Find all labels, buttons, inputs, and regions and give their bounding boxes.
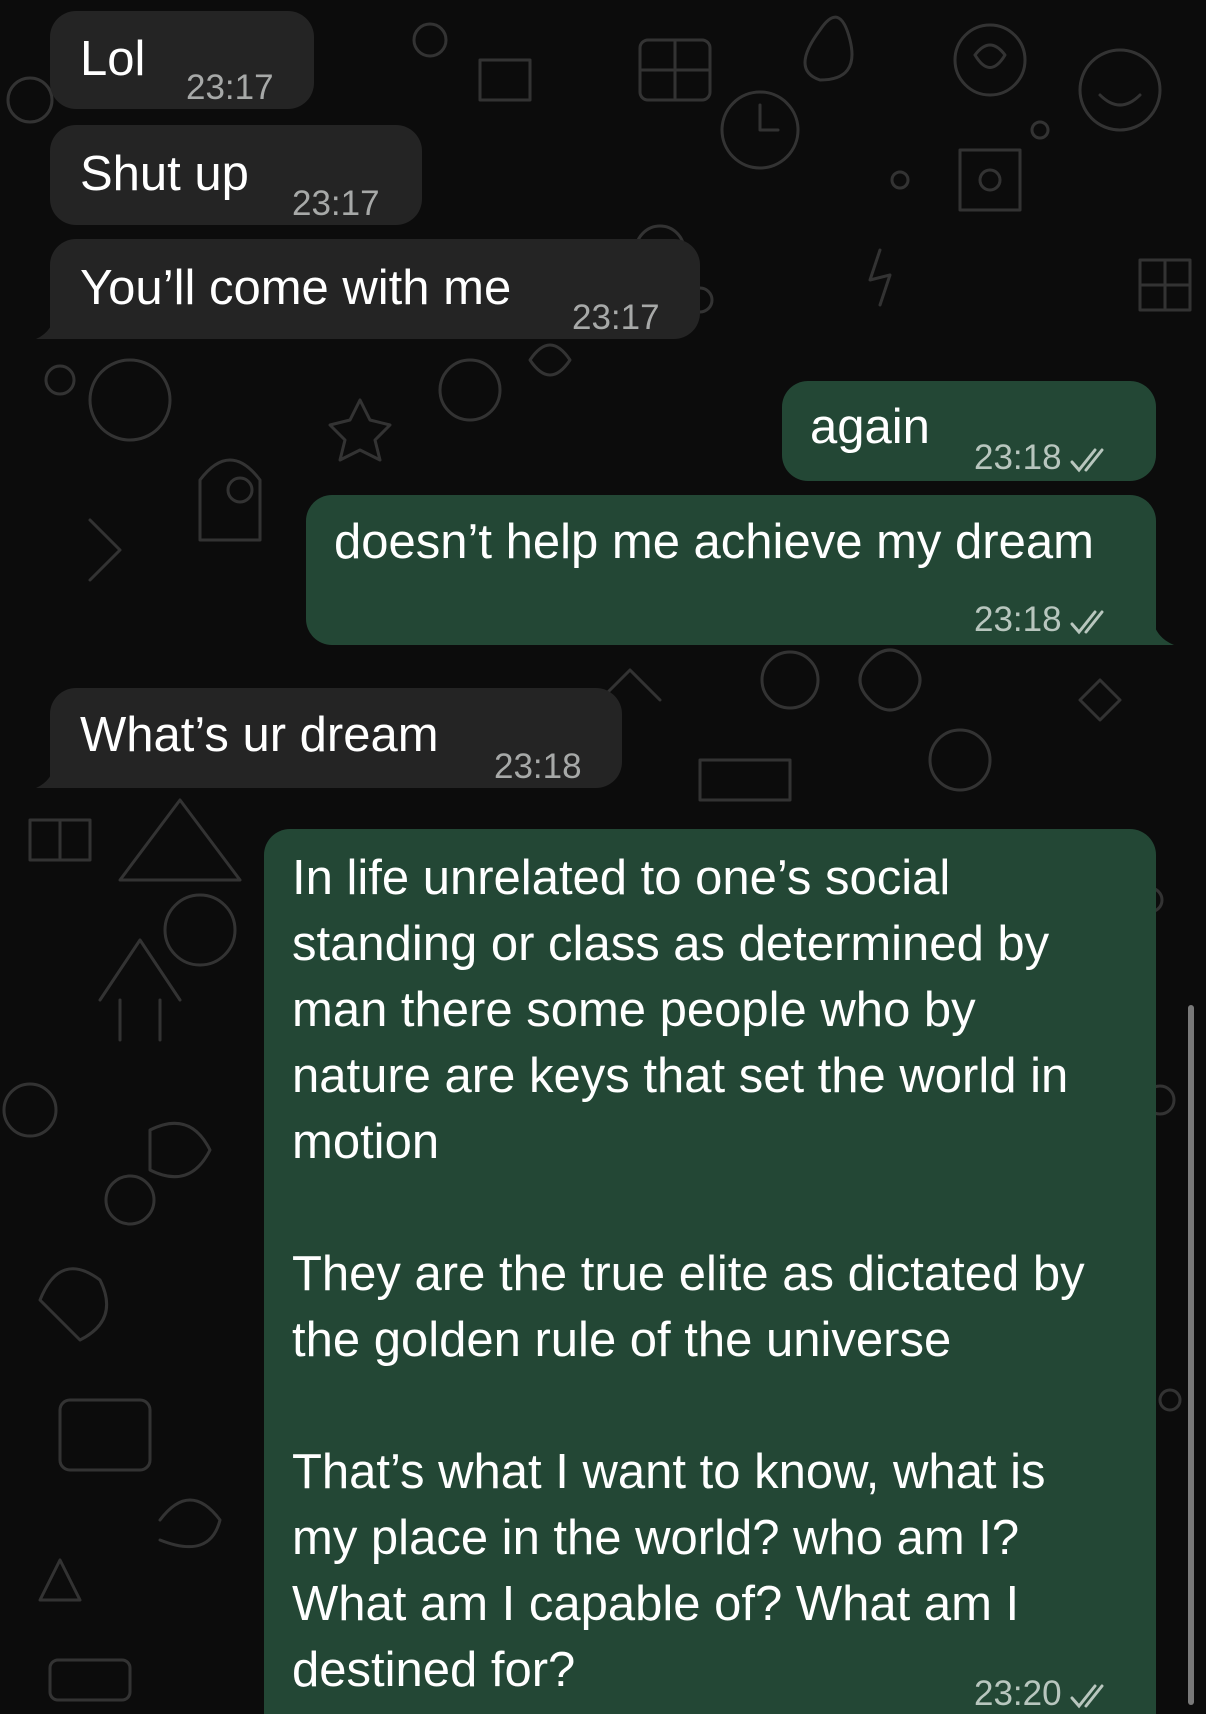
outgoing-message-bubble[interactable]: In life unrelated to one’s social standi… <box>264 829 1156 1714</box>
incoming-message-bubble[interactable]: What’s ur dream 23:18 <box>36 688 622 788</box>
double-check-icon <box>1070 610 1104 635</box>
incoming-message-bubble[interactable]: You’ll come with me 23:17 <box>36 239 700 339</box>
timestamp-text: 23:18 <box>974 438 1062 477</box>
message-paragraph: They are the true elite as dictated by t… <box>292 1247 1085 1367</box>
message-text: You’ll come with me <box>80 261 512 315</box>
chat-view[interactable]: Lol 23:17 Shut up 23:17 You’ll come with… <box>0 0 1206 1714</box>
timestamp-text: 23:18 <box>974 600 1062 639</box>
message-text: Lol <box>80 32 146 86</box>
bubble-tail <box>1140 615 1174 645</box>
scrollbar[interactable] <box>1188 1005 1194 1705</box>
message-timestamp: 23:20 <box>974 1661 1116 1714</box>
bubble-tail <box>36 309 66 339</box>
message-timestamp: 23:18 <box>974 587 1116 653</box>
bubble-tail <box>36 758 66 788</box>
outgoing-message-bubble[interactable]: again 23:18 <box>782 381 1156 481</box>
message-timestamp: 23:17 <box>186 68 274 107</box>
message-timestamp: 23:17 <box>572 298 660 337</box>
message-text: again <box>810 400 930 454</box>
message-text: What’s ur dream <box>80 708 439 762</box>
message-timestamp: 23:18 <box>494 747 582 786</box>
message-paragraph: In life unrelated to one’s social standi… <box>292 851 1069 1169</box>
message-text: Shut up <box>80 147 249 201</box>
message-paragraph: That’s what I want to know, what is my p… <box>292 1445 1046 1697</box>
outgoing-message-bubble[interactable]: doesn’t help me achieve my dream 23:18 <box>306 495 1174 645</box>
message-timestamp: 23:17 <box>292 184 380 223</box>
double-check-icon <box>1070 448 1104 473</box>
double-check-icon <box>1070 1684 1104 1709</box>
timestamp-text: 23:20 <box>974 1674 1062 1713</box>
incoming-message-bubble[interactable]: Shut up 23:17 <box>50 125 422 225</box>
incoming-message-bubble[interactable]: Lol 23:17 <box>50 11 314 109</box>
message-timestamp: 23:18 <box>974 425 1116 491</box>
message-text: doesn’t help me achieve my dream <box>334 515 1094 569</box>
